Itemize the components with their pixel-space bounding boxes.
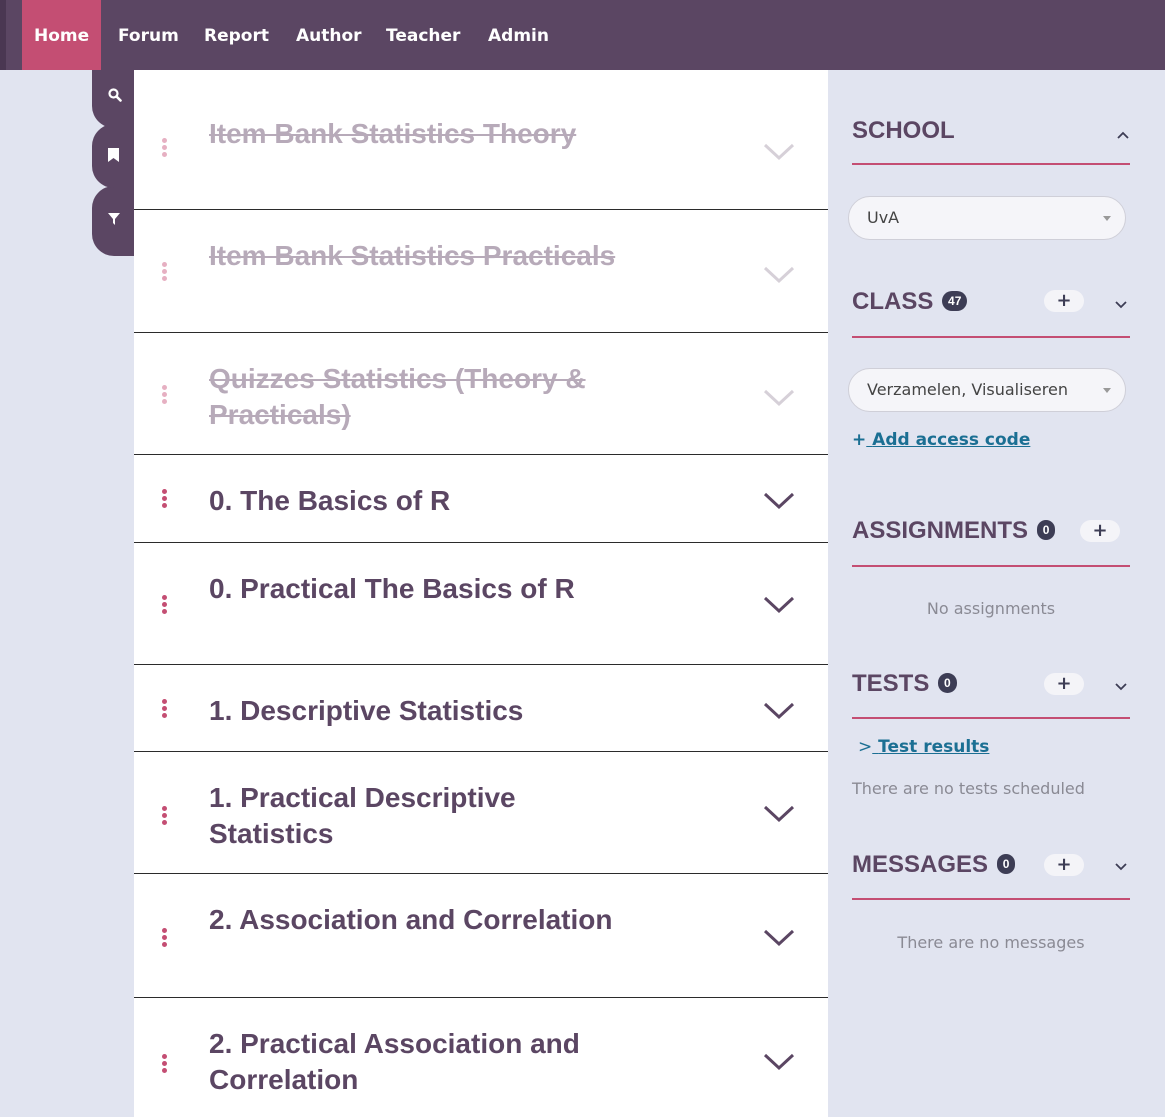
nav-admin[interactable]: Admin	[488, 0, 549, 70]
chapter-title: Quizzes Statistics (Theory & Practicals)	[209, 363, 586, 430]
class-select-value: Verzamelen, Visualiseren	[867, 380, 1068, 399]
nav-home[interactable]: Home	[22, 0, 102, 70]
nav-forum[interactable]: Forum	[118, 0, 179, 70]
add-assignment-button[interactable]: +	[1080, 520, 1120, 542]
drag-handle-icon[interactable]	[162, 489, 168, 510]
chevron-up-icon[interactable]	[1116, 130, 1130, 140]
chevron-down-icon[interactable]	[762, 928, 796, 948]
chevron-down-icon[interactable]	[1114, 862, 1128, 872]
chapter-row[interactable]: Item Bank Statistics Practicals	[134, 210, 828, 333]
messages-heading-label: MESSAGES	[852, 851, 989, 878]
nav-report[interactable]: Report	[204, 0, 269, 70]
drag-handle-icon[interactable]	[162, 385, 168, 406]
nav-left-edge	[0, 0, 6, 70]
school-heading[interactable]: SCHOOL	[852, 117, 1130, 147]
class-count-badge: 47	[942, 291, 968, 311]
add-message-button[interactable]: +	[1044, 854, 1084, 876]
class-divider	[852, 336, 1130, 338]
chapter-row[interactable]: 1. Practical Descriptive Statistics	[134, 752, 828, 874]
drag-handle-icon[interactable]	[162, 806, 168, 827]
chapter-title: 1. Practical Descriptive Statistics	[209, 782, 516, 849]
chapter-row[interactable]: Item Bank Statistics Theory	[134, 70, 828, 210]
chevron-down-icon[interactable]	[762, 142, 796, 162]
drag-handle-icon[interactable]	[162, 1054, 168, 1075]
search-tab[interactable]	[92, 70, 134, 128]
drag-handle-icon[interactable]	[162, 699, 168, 720]
chapter-title: 2. Practical Association and Correlation	[209, 1028, 580, 1095]
chapter-title: 0. Practical The Basics of R	[209, 573, 575, 604]
drag-handle-icon[interactable]	[162, 138, 168, 159]
add-access-code-link[interactable]: + Add access code	[852, 430, 1030, 450]
drag-handle-icon[interactable]	[162, 928, 168, 949]
class-heading-label: CLASS	[852, 288, 934, 315]
tests-count-badge: 0	[938, 673, 957, 693]
chevron-down-icon[interactable]	[1114, 682, 1128, 692]
drag-handle-icon[interactable]	[162, 262, 168, 283]
nav-author[interactable]: Author	[296, 0, 362, 70]
assignments-heading-label: ASSIGNMENTS	[852, 517, 1029, 544]
plus-icon: +	[852, 430, 867, 450]
chevron-down-icon[interactable]	[762, 265, 796, 285]
chevron-down-icon[interactable]	[762, 804, 796, 824]
chapter-list: Item Bank Statistics Theory Item Bank St…	[134, 70, 828, 1117]
chapter-title: Item Bank Statistics Practicals	[209, 240, 616, 271]
school-select[interactable]: UvA	[848, 196, 1126, 240]
assignments-divider	[852, 565, 1130, 567]
chapter-row[interactable]: 2. Practical Association and Correlation	[134, 998, 828, 1117]
tests-heading[interactable]: TESTS 0	[852, 670, 1130, 700]
dropdown-caret-icon	[1103, 216, 1111, 221]
class-heading[interactable]: CLASS 47	[852, 288, 1130, 318]
chapter-row[interactable]: 1. Descriptive Statistics	[134, 665, 828, 752]
chapter-title: 1. Descriptive Statistics	[209, 695, 524, 726]
school-select-value: UvA	[867, 208, 900, 227]
chevron-down-icon[interactable]	[762, 491, 796, 511]
tests-heading-label: TESTS	[852, 670, 930, 697]
chevron-down-icon[interactable]	[762, 388, 796, 408]
chevron-down-icon[interactable]	[762, 701, 796, 721]
top-nav: Home Forum Report Author Teacher Admin	[0, 0, 1165, 70]
chapter-row[interactable]: 0. The Basics of R	[134, 455, 828, 543]
chevron-right-icon: >	[858, 737, 873, 757]
filter-tab[interactable]	[92, 186, 134, 256]
drag-handle-icon[interactable]	[162, 595, 168, 616]
add-access-code-label: Add access code	[872, 430, 1031, 450]
add-test-button[interactable]: +	[1044, 673, 1084, 695]
assignments-count-badge: 0	[1036, 520, 1056, 540]
no-messages-text: There are no messages	[897, 933, 1085, 952]
no-tests-text: There are no tests scheduled	[852, 779, 1085, 798]
chapter-title: 0. The Basics of R	[209, 485, 451, 516]
chevron-down-icon[interactable]	[1114, 300, 1128, 310]
class-select[interactable]: Verzamelen, Visualiseren	[848, 368, 1126, 412]
chevron-down-icon[interactable]	[762, 595, 796, 615]
nav-teacher[interactable]: Teacher	[386, 0, 460, 70]
chevron-down-icon[interactable]	[762, 1052, 796, 1072]
messages-heading[interactable]: MESSAGES 0	[852, 851, 1130, 881]
dropdown-caret-icon	[1103, 388, 1111, 393]
test-results-link[interactable]: > Test results	[858, 737, 989, 757]
search-icon	[108, 88, 122, 102]
chapter-row[interactable]: Quizzes Statistics (Theory & Practicals)	[134, 333, 828, 455]
chapter-title: 2. Association and Correlation	[209, 904, 613, 935]
filter-icon	[108, 213, 120, 225]
right-sidebar: SCHOOL UvA CLASS 47 + Verzamelen, Visual…	[828, 70, 1165, 1117]
test-results-label: Test results	[878, 737, 990, 757]
school-heading-label: SCHOOL	[852, 117, 955, 144]
bookmark-icon	[108, 148, 119, 162]
messages-count-badge: 0	[996, 854, 1016, 874]
no-assignments-text: No assignments	[926, 599, 1056, 618]
messages-divider	[852, 898, 1130, 900]
chapter-row[interactable]: 2. Association and Correlation	[134, 874, 828, 998]
chapter-title: Item Bank Statistics Theory	[209, 118, 577, 149]
school-divider	[852, 163, 1130, 165]
add-class-button[interactable]: +	[1044, 290, 1084, 312]
tests-divider	[852, 717, 1130, 719]
chapter-row[interactable]: 0. Practical The Basics of R	[134, 543, 828, 665]
bookmark-tab[interactable]	[92, 124, 134, 188]
